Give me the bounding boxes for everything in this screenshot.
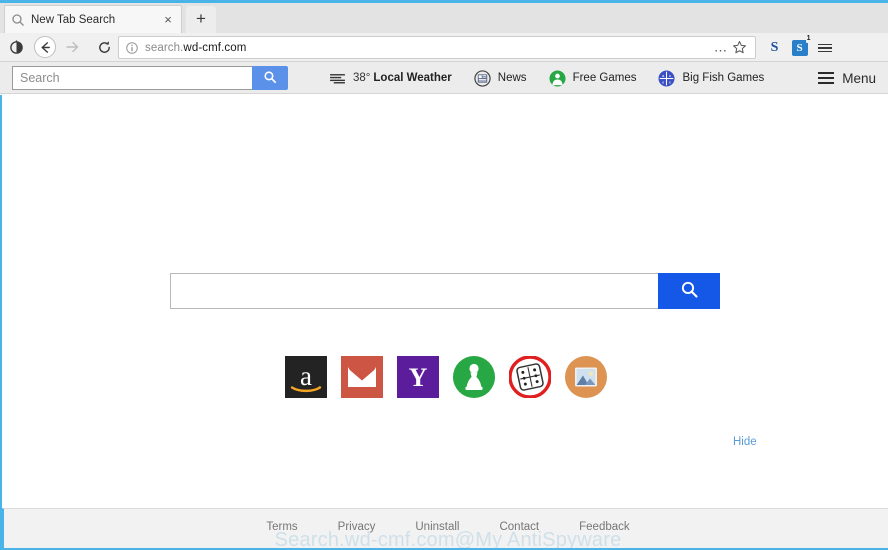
app-menu-hamburger-icon [817,43,832,53]
weather-icon [329,70,346,87]
free-games-icon [549,69,566,87]
main-search-button[interactable] [658,273,720,309]
toolbar-menu-button[interactable]: Menu [818,62,876,94]
toolbar-link-label-news: News [497,72,527,84]
url-subdomain: search. [145,41,184,54]
reload-button[interactable] [92,35,116,59]
free-games-shortcut[interactable] [453,356,495,398]
toolbar-search-input[interactable] [12,66,252,90]
toolbar-link-big-fish-games[interactable]: a o o x Big Fish Games [647,62,775,94]
page-toolbar: 38° Local Weather News [0,62,888,94]
toolbar-link-free-games[interactable]: Free Games [538,62,648,94]
toolbar-link-news[interactable]: News [463,62,538,94]
browser-tab[interactable]: New Tab Search × [4,5,182,33]
skype-badge-letter: S [796,41,803,54]
toolbar-link-label-big-fish-games: Big Fish Games [682,72,765,84]
browser-window: New Tab Search × + search.wd-cmf.com ⋯ S… [0,0,888,550]
svg-text:Y: Y [409,363,428,392]
big-fish-games-icon: a o o x [658,69,676,87]
browser-extension-icons: S S 1 [762,35,837,60]
footer-link-uninstall[interactable]: Uninstall [415,521,459,533]
toolbar-link-label-free-games: Free Games [572,72,637,84]
skype-notification-icon[interactable]: S 1 [787,35,812,60]
menu-hamburger-icon [818,72,835,84]
page-content: Hide a Y Terms Privacy Uninstall Contact… [0,95,888,550]
footer-link-terms[interactable]: Terms [266,521,297,533]
url-host: wd-cmf.com [183,41,247,54]
svg-text:a: a [300,361,312,391]
toolbar-links: 38° Local Weather News Free Games a o o … [318,62,775,94]
news-icon [474,69,491,87]
dice-games-shortcut[interactable] [508,355,552,399]
gmail-shortcut[interactable] [341,356,383,398]
tracking-protection-icon[interactable] [4,35,28,59]
toolbar-search-group [12,66,288,90]
footer-link-feedback[interactable]: Feedback [579,521,630,533]
search-icon [680,280,699,302]
tab-title: New Tab Search [31,13,116,26]
address-bar-url: search.wd-cmf.com [145,42,246,54]
shortcut-tiles: a Y [2,355,888,399]
skype-badge: S 1 [791,35,812,56]
weather-temperature: 38° [353,72,371,84]
app-menu-icon[interactable] [812,37,837,60]
footer-links: Terms Privacy Uninstall Contact Feedback [4,521,888,533]
skype-icon[interactable]: S [762,37,787,60]
toolbar-link-label-local-weather: Local Weather [373,72,452,84]
browser-chrome: New Tab Search × + search.wd-cmf.com ⋯ S… [0,0,888,62]
amazon-shortcut[interactable]: a [285,356,327,398]
svg-text:x: x [669,79,671,84]
yahoo-shortcut[interactable]: Y [397,356,439,398]
site-info-icon[interactable] [125,41,139,55]
toolbar-search-button[interactable] [252,66,288,90]
photos-shortcut[interactable] [565,356,607,398]
tab-close-icon[interactable]: × [161,13,175,27]
page-actions-icon[interactable]: ⋯ [714,43,728,58]
page-footer: Terms Privacy Uninstall Contact Feedback… [2,508,888,550]
skype-badge-count: 1 [805,35,812,43]
new-tab-button[interactable]: + [186,6,216,33]
forward-button[interactable] [60,35,84,59]
toolbar-menu-label: Menu [842,70,876,86]
hide-shortcuts-link[interactable]: Hide [733,436,757,448]
tab-search-icon [11,13,25,27]
footer-link-privacy[interactable]: Privacy [338,521,376,533]
search-icon [263,70,277,87]
bookmark-star-icon[interactable] [732,40,747,60]
toolbar-link-local-weather[interactable]: 38° Local Weather [318,62,463,94]
footer-link-contact[interactable]: Contact [499,521,539,533]
main-search-input[interactable] [170,273,658,309]
back-button[interactable] [34,36,56,58]
tab-strip: New Tab Search × + [0,3,888,33]
main-search-group [170,273,720,309]
skype-icon-label: S [770,40,779,55]
address-bar-actions: ⋯ [714,40,747,60]
address-bar[interactable]: search.wd-cmf.com ⋯ [118,36,756,59]
